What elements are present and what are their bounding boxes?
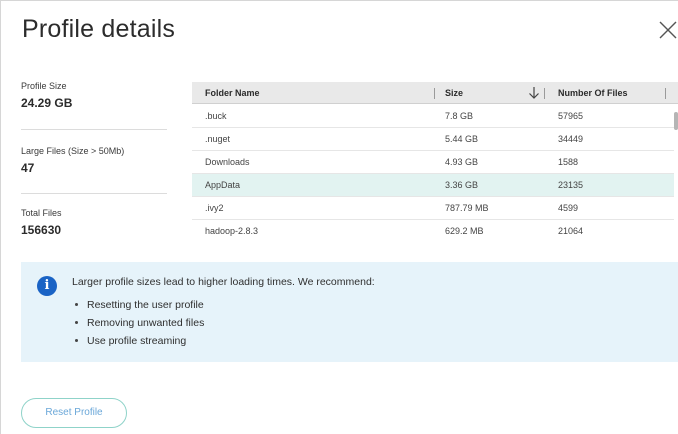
list-item: Resetting the user profile (74, 298, 204, 316)
table-row[interactable]: Downloads 4.93 GB 1588 (192, 151, 674, 174)
files-cell: 23135 (558, 180, 584, 190)
stat-large-files: Large Files (Size > 50Mb) 47 (21, 146, 167, 175)
close-icon (659, 21, 677, 39)
info-icon: i (37, 276, 57, 296)
files-cell: 1588 (558, 157, 579, 167)
files-cell: 4599 (558, 203, 579, 213)
table-row-selected[interactable]: AppData 3.36 GB 23135 (192, 174, 674, 197)
stat-value: 156630 (21, 223, 62, 237)
stat-divider (21, 129, 167, 130)
size-cell: 4.93 GB (445, 157, 479, 167)
close-button[interactable] (657, 19, 678, 41)
size-cell: 629.2 MB (445, 226, 484, 236)
reset-profile-button[interactable]: Reset Profile (21, 398, 127, 428)
column-header-folder-name[interactable]: Folder Name (205, 82, 260, 104)
list-item: Removing unwanted files (74, 316, 204, 334)
size-cell: 7.8 GB (445, 111, 474, 121)
info-message: Larger profile sizes lead to higher load… (72, 276, 375, 288)
size-cell: 5.44 GB (445, 134, 479, 144)
recommendation-list: Resetting the user profile Removing unwa… (74, 298, 204, 352)
table-row[interactable]: .nuget 5.44 GB 34449 (192, 128, 674, 151)
list-item: Use profile streaming (74, 334, 204, 352)
folder-name-cell: .nuget (205, 134, 231, 144)
page-title: Profile details (22, 15, 176, 43)
folder-name-cell: .buck (205, 111, 227, 121)
stat-divider (21, 193, 167, 194)
column-header-size[interactable]: Size (445, 82, 463, 104)
stat-total-files: Total Files 156630 (21, 208, 167, 237)
info-banner: i Larger profile sizes lead to higher lo… (21, 262, 678, 362)
table-row[interactable]: .buck 7.8 GB 57965 (192, 105, 674, 128)
stat-label: Profile Size (21, 81, 67, 91)
stat-value: 24.29 GB (21, 96, 73, 110)
stat-label: Total Files (21, 208, 62, 218)
files-cell: 57965 (558, 111, 584, 121)
files-cell: 21064 (558, 226, 584, 236)
folder-name-cell: Downloads (205, 157, 250, 167)
scrollbar-thumb[interactable] (674, 112, 678, 130)
folder-name-cell: AppData (205, 180, 241, 190)
size-cell: 3.36 GB (445, 180, 479, 190)
stat-profile-size: Profile Size 24.29 GB (21, 81, 167, 110)
table-row[interactable]: hadoop-2.8.3 629.2 MB 21064 (192, 220, 674, 242)
stat-label: Large Files (Size > 50Mb) (21, 146, 125, 156)
folders-table: Folder Name Size Number Of Files .buck 7… (192, 82, 678, 242)
folder-name-cell: .ivy2 (205, 203, 224, 213)
arrow-down-icon (529, 87, 539, 99)
column-divider[interactable] (544, 88, 545, 99)
size-cell: 787.79 MB (445, 203, 489, 213)
column-divider[interactable] (434, 88, 435, 99)
sort-button[interactable] (528, 86, 540, 100)
profile-details-dialog: Profile details Profile Size 24.29 GB La… (0, 0, 678, 434)
column-divider[interactable] (665, 88, 666, 99)
stat-value: 47 (21, 161, 35, 175)
folder-name-cell: hadoop-2.8.3 (205, 226, 259, 236)
table-header: Folder Name Size Number Of Files (192, 82, 678, 104)
table-scrollbar[interactable] (674, 104, 678, 242)
table-row[interactable]: .ivy2 787.79 MB 4599 (192, 197, 674, 220)
column-header-number-of-files[interactable]: Number Of Files (558, 82, 628, 104)
files-cell: 34449 (558, 134, 584, 144)
